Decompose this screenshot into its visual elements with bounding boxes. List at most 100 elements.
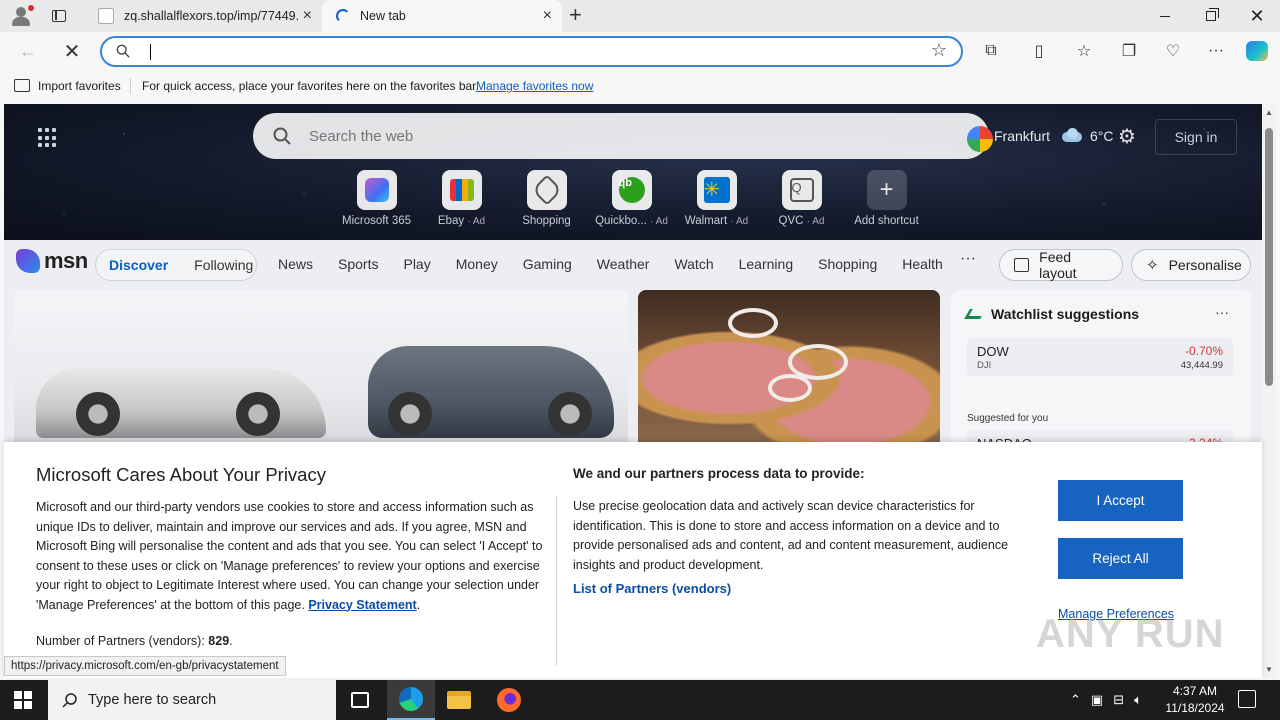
app-launcher-icon[interactable] <box>38 128 58 148</box>
stock-value: 43,444.99 <box>1180 360 1223 371</box>
feed-layout-button[interactable]: Feed layout <box>999 249 1123 281</box>
nav-weather[interactable]: Weather <box>597 256 650 272</box>
windows-taskbar: Type here to search ⌃ ▣ ⊟ 🔈︎ 4:37 AM 11/… <box>0 680 1280 720</box>
nav-news[interactable]: News <box>278 256 313 272</box>
copilot-icon[interactable] <box>1246 41 1268 61</box>
favorites-icon[interactable]: ☆ <box>1072 40 1096 62</box>
web-search-box[interactable] <box>253 113 993 159</box>
taskbar-file-explorer[interactable] <box>435 680 483 720</box>
close-window-button[interactable]: ✕ <box>1234 0 1280 32</box>
tab-2-active[interactable]: New tab × <box>322 0 562 32</box>
import-favorites-button[interactable]: Import favorites <box>38 79 121 93</box>
nav-gaming[interactable]: Gaming <box>523 256 572 272</box>
sparkle-icon: ✧ <box>1146 257 1159 274</box>
manage-favorites-link[interactable]: Manage favorites now <box>476 79 593 93</box>
category-nav: News Sports Play Money Gaming Weather Wa… <box>278 256 968 272</box>
taskbar-edge[interactable] <box>387 680 435 720</box>
performance-icon[interactable]: ♡ <box>1161 40 1185 62</box>
ad-badge: · Ad <box>467 216 486 227</box>
shortcut-add[interactable]: + Add shortcut <box>844 170 929 227</box>
web-search-input[interactable] <box>309 125 869 147</box>
tab-discover[interactable]: Discover <box>96 257 181 273</box>
nav-play[interactable]: Play <box>403 256 430 272</box>
feed-layout-label: Feed layout <box>1039 249 1077 281</box>
scroll-down-arrow-icon[interactable]: ▼ <box>1265 665 1273 674</box>
volume-icon[interactable]: 🔈︎ <box>1134 692 1142 708</box>
watchlist-more-icon[interactable]: ··· <box>1215 304 1229 320</box>
suggested-label: Suggested for you <box>967 413 1049 424</box>
extensions-icon[interactable]: ⧉ <box>979 40 1003 62</box>
stop-loading-icon[interactable]: ✕ <box>58 38 86 64</box>
shortcut-qvc[interactable]: Q QVC · Ad <box>759 170 844 227</box>
shortcut-quickbooks[interactable]: qb Quickbo... · Ad <box>589 170 674 227</box>
import-favorites-icon <box>14 79 30 92</box>
more-menu-icon[interactable]: ··· <box>1204 40 1228 62</box>
tab-actions-icon[interactable] <box>48 6 70 26</box>
ebay-icon <box>449 179 474 201</box>
close-tab-icon[interactable]: × <box>543 8 552 24</box>
settings-gear-icon[interactable]: ⚙ <box>1116 126 1138 148</box>
notifications-icon[interactable] <box>1238 690 1256 708</box>
address-bar[interactable]: ☆ <box>100 36 963 67</box>
news-card-food-image[interactable] <box>638 290 940 450</box>
shortcut-label: Microsoft 365 <box>341 215 412 227</box>
new-tab-plus-icon[interactable]: + <box>569 4 582 26</box>
list-of-partners-link[interactable]: List of Partners (vendors) <box>573 581 731 596</box>
shortcut-label: Quickbo... <box>595 215 647 227</box>
nav-more-icon[interactable]: ··· <box>960 250 976 268</box>
network-icon[interactable]: ⊟ <box>1113 692 1124 708</box>
split-screen-icon[interactable]: ▯ <box>1027 40 1051 62</box>
nav-watch[interactable]: Watch <box>674 256 713 272</box>
tab-following[interactable]: Following <box>181 257 266 273</box>
sign-in-button[interactable]: Sign in <box>1155 119 1237 155</box>
nav-money[interactable]: Money <box>456 256 498 272</box>
chevron-up-icon[interactable]: ⌃ <box>1070 692 1081 708</box>
nav-sports[interactable]: Sports <box>338 256 378 272</box>
shortcut-label: Add shortcut <box>854 215 919 227</box>
taskbar-search-box[interactable]: Type here to search <box>48 680 336 720</box>
personalise-label: Personalise <box>1168 257 1242 273</box>
privacy-statement-link[interactable]: Privacy Statement <box>308 598 416 612</box>
nav-health[interactable]: Health <box>902 256 942 272</box>
address-input[interactable] <box>152 41 912 63</box>
reject-all-button[interactable]: Reject All <box>1058 538 1183 579</box>
page-scrollbar[interactable]: ▲ ▼ <box>1262 104 1276 678</box>
scrollbar-thumb[interactable] <box>1265 128 1273 386</box>
shortcut-shopping[interactable]: Shopping <box>504 170 589 227</box>
shortcut-label: QVC <box>778 215 804 227</box>
shortcut-ebay[interactable]: Ebay · Ad <box>419 170 504 227</box>
nav-learning[interactable]: Learning <box>739 256 794 272</box>
shortcut-walmart[interactable]: ✳ Walmart · Ad <box>674 170 759 227</box>
restore-button[interactable] <box>1188 0 1234 32</box>
search-icon <box>116 44 130 58</box>
close-tab-icon[interactable]: × <box>303 8 312 24</box>
taskbar-clock[interactable]: 4:37 AM 11/18/2024 <box>1160 683 1230 717</box>
scroll-up-arrow-icon[interactable]: ▲ <box>1265 108 1273 117</box>
shortcut-microsoft-365[interactable]: Microsoft 365 <box>334 170 419 227</box>
weather-city: Frankfurt <box>994 128 1051 144</box>
tab-label: New tab <box>360 9 406 23</box>
collections-icon[interactable]: ❐ <box>1117 40 1141 62</box>
profile-icon[interactable] <box>8 4 34 28</box>
browser-toolbar: ← ✕ ☆ ⧉ ▯ ☆ ❐ ♡ ··· <box>0 32 1280 70</box>
minimize-button[interactable] <box>1142 0 1188 32</box>
accept-button[interactable]: I Accept <box>1058 480 1183 521</box>
stock-row[interactable]: DOW DJI -0.70% 43,444.99 <box>967 338 1233 376</box>
stock-change: -0.70% <box>1184 344 1223 358</box>
back-arrow-icon[interactable]: ← <box>14 38 42 64</box>
tab-1[interactable]: zq.shallalflexors.top/imp/77449... × <box>84 0 322 32</box>
msn-butterfly-icon <box>16 249 40 273</box>
task-view-button[interactable] <box>336 680 384 720</box>
msn-nav-bar: msn Discover Following News Sports Play … <box>4 240 1262 290</box>
device-icon[interactable]: ▣ <box>1091 692 1103 708</box>
news-card-cars-image[interactable] <box>14 290 628 450</box>
taskbar-firefox[interactable] <box>485 680 533 720</box>
msn-logo[interactable]: msn <box>16 248 88 274</box>
favorite-star-icon[interactable]: ☆ <box>931 40 947 61</box>
task-view-icon <box>351 692 369 708</box>
nav-shopping[interactable]: Shopping <box>818 256 877 272</box>
weather-widget[interactable]: Frankfurt 6°C <box>994 128 1114 144</box>
bing-visual-search-icon[interactable] <box>967 126 993 152</box>
windows-start-icon[interactable] <box>14 691 32 709</box>
personalise-button[interactable]: ✧ Personalise <box>1131 249 1251 281</box>
